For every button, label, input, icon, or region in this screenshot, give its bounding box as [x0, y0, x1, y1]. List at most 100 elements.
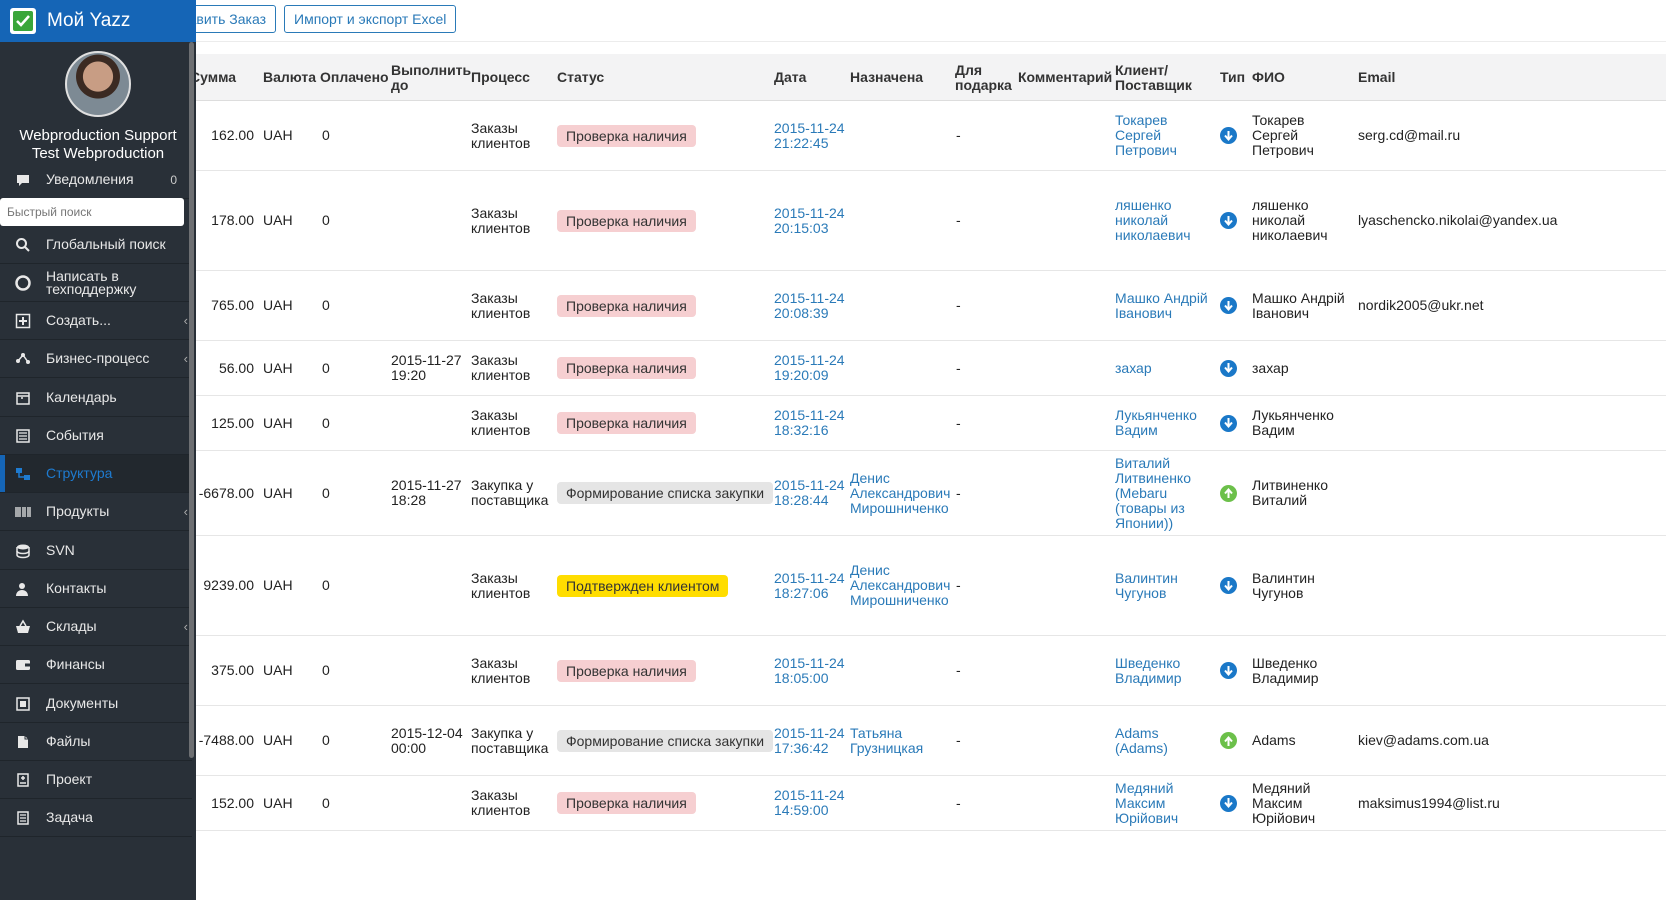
- status-badge[interactable]: Формирование списка закупки: [557, 729, 774, 752]
- client-text[interactable]: Виталий Литвиненко (Mebaru (товары из Яп…: [1115, 455, 1215, 531]
- client-text[interactable]: Машко Андрій Іванович: [1115, 290, 1215, 321]
- cell-status: Проверка наличия: [557, 171, 772, 270]
- col-date[interactable]: Дата: [774, 54, 844, 101]
- table-row[interactable]: 152.00 UAH 0 Заказы клиентов Проверка наличи…: [196, 776, 1666, 831]
- table-row[interactable]: 125.00 UAH 0 Заказы клиентов Проверка наличи…: [196, 396, 1666, 451]
- user-name[interactable]: Webproduction Support: [0, 127, 196, 144]
- sidebar-item-label: Документы: [46, 695, 119, 711]
- assigned-text[interactable]: Денис Александрович Мирошниченко: [850, 563, 952, 608]
- date-text[interactable]: 2015-11-24 14:59:00: [774, 788, 846, 818]
- status-badge[interactable]: Проверка наличия: [557, 294, 696, 317]
- cell-client: Медяний Максим Юрійович: [1115, 776, 1215, 830]
- date-text[interactable]: 2015-11-24 19:20:09: [774, 353, 846, 383]
- date-text[interactable]: 2015-11-24 21:22:45: [774, 120, 846, 151]
- email-text: lyaschencko.nikolai@yandex.ua: [1358, 212, 1558, 228]
- sidebar-item-13[interactable]: Документы: [0, 685, 192, 723]
- sidebar-item-15[interactable]: Проект: [0, 761, 192, 799]
- sidebar-item-11[interactable]: Склады ‹: [0, 608, 192, 646]
- cell-process: Заказы клиентов: [471, 636, 553, 705]
- date-text[interactable]: 2015-11-24 20:08:39: [774, 290, 846, 321]
- col-due[interactable]: Выполнить до: [391, 54, 471, 101]
- sidebar-item-0[interactable]: Уведомления 0: [0, 161, 192, 199]
- table-row[interactable]: -7488.00 UAH 0 2015-12-04 00:00 Закупка у по…: [196, 706, 1666, 776]
- cell-date: 2015-11-24 14:59:00: [774, 776, 846, 830]
- col-comment[interactable]: Комментарий: [1018, 54, 1116, 101]
- status-badge[interactable]: Подтвержден клиентом: [557, 574, 729, 597]
- date-text[interactable]: 2015-11-24 18:28:44: [774, 478, 846, 508]
- cell-sum: -6678.00: [196, 451, 254, 535]
- table-row[interactable]: 9239.00 UAH 0 Заказы клиентов Подтвержден кл…: [196, 536, 1666, 636]
- client-text[interactable]: Шведенко Владимир: [1115, 655, 1215, 686]
- table-row[interactable]: 375.00 UAH 0 Заказы клиентов Проверка наличи…: [196, 636, 1666, 706]
- sum-text: 152.00: [211, 794, 254, 811]
- table-row[interactable]: 765.00 UAH 0 Заказы клиентов Проверка наличи…: [196, 271, 1666, 341]
- client-text[interactable]: Лукьянченко Вадим: [1115, 408, 1215, 438]
- status-badge[interactable]: Формирование списка закупки: [557, 482, 774, 504]
- sidebar-item-9[interactable]: SVN: [0, 532, 192, 570]
- search-icon: [15, 237, 31, 253]
- col-paid[interactable]: Оплачено: [320, 54, 389, 101]
- sidebar-item-8[interactable]: Продукты ‹: [0, 493, 192, 531]
- sidebar-item-7[interactable]: Структура: [0, 455, 192, 493]
- sidebar-item-1[interactable]: Глобальный поиск: [0, 226, 192, 264]
- status-badge[interactable]: Проверка наличия: [557, 659, 696, 682]
- date-text[interactable]: 2015-11-24 18:05:00: [774, 655, 846, 686]
- status-badge[interactable]: Проверка наличия: [557, 124, 696, 147]
- sidebar-item-3[interactable]: Создать... ‹: [0, 302, 192, 340]
- app-header[interactable]: Мой Yazz: [0, 0, 196, 42]
- cell-process: Закупка у поставщика: [471, 451, 553, 535]
- sidebar-item-2[interactable]: Написать в техподдержку: [0, 264, 192, 302]
- client-text[interactable]: Adams (Adams): [1115, 725, 1215, 756]
- process-text: Заказы клиентов: [471, 787, 531, 818]
- cell-date: 2015-11-24 18:05:00: [774, 636, 846, 705]
- client-text[interactable]: Токарев Сергей Петрович: [1115, 113, 1215, 158]
- cell-process: Заказы клиентов: [471, 536, 553, 635]
- assigned-text[interactable]: Денис Александрович Мирошниченко: [850, 470, 952, 516]
- sidebar-item-16[interactable]: Задача: [0, 799, 192, 837]
- client-text[interactable]: Валинтин Чугунов: [1115, 570, 1215, 601]
- import-export-excel-button[interactable]: Импорт и экспорт Excel: [284, 5, 457, 33]
- col-status[interactable]: Статус: [557, 54, 757, 101]
- sidebar-item-4[interactable]: Бизнес-процесс ‹: [0, 340, 192, 378]
- sidebar-scrollbar[interactable]: [189, 42, 194, 758]
- quick-search-input[interactable]: [0, 198, 184, 226]
- sidebar-item-6[interactable]: События: [0, 417, 192, 455]
- table-row[interactable]: 178.00 UAH 0 Заказы клиентов Проверка наличи…: [196, 171, 1666, 271]
- date-text[interactable]: 2015-11-24 18:27:06: [774, 570, 846, 601]
- sidebar-item-12[interactable]: Финансы: [0, 646, 192, 684]
- assigned-text[interactable]: Татьяна Грузницкая: [850, 725, 952, 756]
- status-badge[interactable]: Проверка наличия: [557, 792, 696, 814]
- client-text[interactable]: ляшенко николай николаевич: [1115, 198, 1215, 243]
- document-icon: [15, 696, 31, 712]
- date-text[interactable]: 2015-11-24 20:15:03: [774, 205, 846, 236]
- paid-text: 0: [322, 359, 330, 376]
- col-fio[interactable]: ФИО: [1252, 54, 1332, 101]
- sidebar-item-label: Структура: [46, 465, 113, 481]
- table-row[interactable]: -6678.00 UAH 0 2015-11-27 18:28 Закупка у по…: [196, 451, 1666, 536]
- cell-type: [1220, 706, 1240, 775]
- client-text[interactable]: Медяний Максим Юрійович: [1115, 780, 1215, 826]
- col-client[interactable]: Клиент/ Поставщик: [1115, 54, 1215, 101]
- col-email[interactable]: Email: [1358, 54, 1438, 101]
- sidebar-item-10[interactable]: Контакты: [0, 570, 192, 608]
- sidebar-item-5[interactable]: Календарь: [0, 379, 192, 417]
- add-order-button[interactable]: Добавить Заказ: [196, 5, 276, 33]
- cell-gift: -: [956, 101, 996, 170]
- date-text[interactable]: 2015-11-24 17:36:42: [774, 725, 846, 756]
- status-badge[interactable]: Проверка наличия: [557, 357, 696, 379]
- avatar[interactable]: [65, 51, 131, 117]
- col-type[interactable]: Тип: [1220, 54, 1250, 101]
- col-gift[interactable]: Для подарка: [955, 54, 1015, 101]
- table-row[interactable]: 162.00 UAH 0 Заказы клиентов Проверка наличи…: [196, 101, 1666, 171]
- status-badge[interactable]: Проверка наличия: [557, 412, 696, 434]
- col-assigned[interactable]: Назначена: [850, 54, 950, 101]
- col-process[interactable]: Процесс: [471, 54, 551, 101]
- client-text[interactable]: захар: [1115, 360, 1152, 376]
- currency-text: UAH: [263, 732, 293, 748]
- col-sum[interactable]: Сумма: [196, 54, 250, 101]
- status-badge[interactable]: Проверка наличия: [557, 209, 696, 232]
- table-row[interactable]: 56.00 UAH 0 2015-11-27 19:20 Заказы клиентов…: [196, 341, 1666, 396]
- col-currency[interactable]: Валюта: [263, 54, 318, 101]
- date-text[interactable]: 2015-11-24 18:32:16: [774, 408, 846, 438]
- sidebar-item-14[interactable]: Файлы: [0, 723, 192, 761]
